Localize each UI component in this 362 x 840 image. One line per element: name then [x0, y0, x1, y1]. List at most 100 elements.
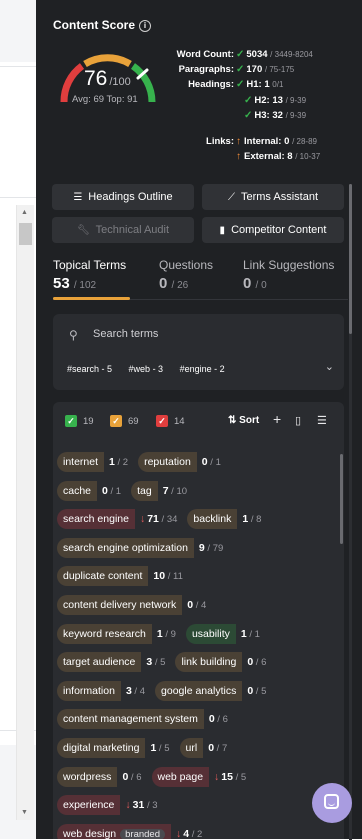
stat-headings: Headings: ✓ H1: 1 0/1: [140, 79, 360, 94]
filter-tag[interactable]: #search - 5: [67, 364, 112, 374]
terms-list-panel: ✓ 19 ✓ 69 ✓ 14 ⇅ Sort + ▯ ☰ internet 1 / …: [53, 402, 344, 839]
panel-title: Content Score i: [53, 18, 152, 32]
stat-sublabel: External:: [244, 151, 285, 163]
term-have-count: 31: [132, 799, 145, 812]
term-chip[interactable]: usability 1 / 1: [185, 623, 266, 645]
term-chip[interactable]: wordpress 0 / 6: [57, 766, 148, 788]
terms-scrollbar-thumb[interactable]: [340, 454, 343, 544]
term-count-separator: /: [158, 514, 167, 526]
panel-scrollbar-thumb[interactable]: [349, 184, 352, 334]
stat-label: Paragraphs:: [178, 64, 234, 76]
term-name: target audience: [57, 652, 142, 673]
add-term-icon[interactable]: +: [273, 411, 281, 427]
check-icon: ✓: [244, 109, 253, 121]
term-have-count: 10: [153, 570, 166, 583]
term-count-separator: /: [165, 571, 174, 583]
panel-scrollbar[interactable]: [349, 184, 352, 840]
tab-label: Topical Terms: [53, 258, 127, 272]
tab-count-total: / 26: [171, 280, 189, 291]
technical-audit-button[interactable]: 🔧︎ Technical Audit: [52, 217, 194, 243]
settings-sliders-icon[interactable]: ☰: [317, 414, 327, 427]
term-chip[interactable]: content management system 0 / 6: [57, 709, 234, 730]
stat-sublabel: Internal:: [244, 135, 282, 147]
filter-tag[interactable]: #engine - 2: [180, 364, 225, 374]
button-label: Terms Assistant: [240, 191, 319, 203]
branded-badge: branded: [120, 828, 165, 839]
scroll-up-arrow-icon[interactable]: ▲: [21, 209, 28, 216]
chat-button[interactable]: [312, 783, 352, 823]
term-count: 1 / 1: [236, 624, 266, 645]
stat-range: / 10-37: [295, 152, 321, 162]
term-row: cache 0 / 1 tag 7 / 10: [57, 480, 332, 510]
term-name: web page: [151, 766, 210, 787]
stat-label: Headings:: [188, 79, 234, 91]
term-chip[interactable]: url 0 / 7: [179, 737, 234, 758]
stat-value: ✓ H3: 32 / 9-39: [244, 110, 306, 121]
term-row: search engine ↓ 71 / 34 backlink 1 / 8: [57, 509, 332, 538]
term-chip[interactable]: experience ↓ 31 / 3: [57, 795, 164, 816]
term-chip[interactable]: search engine optimization 9 / 79: [57, 537, 229, 558]
stat-value: ✓ 5034 / 3449-8204: [236, 49, 313, 60]
term-chip[interactable]: information 3 / 4: [57, 680, 151, 701]
filter-orange-checkbox[interactable]: ✓: [110, 415, 122, 427]
tab-topical-terms[interactable]: Topical Terms 53 / 102: [53, 258, 126, 292]
term-chip[interactable]: reputation 0 / 1: [138, 452, 227, 472]
term-chip[interactable]: backlink 1 / 8: [187, 509, 267, 530]
stat-links: Links: ↑ Internal: 0 / 28-89: [140, 136, 360, 151]
term-chip[interactable]: search engine ↓ 71 / 34: [57, 509, 183, 530]
term-chip[interactable]: tag 7 / 10: [131, 480, 193, 501]
term-name: keyword research: [57, 623, 152, 644]
term-chip[interactable]: web page ↓ 15 / 5: [151, 766, 253, 787]
info-icon[interactable]: i: [139, 20, 152, 32]
term-chip[interactable]: google analytics 0 / 5: [155, 680, 272, 702]
term-count: 0 / 5: [242, 681, 272, 702]
avg-top-score: Avg: 69 Top: 91: [72, 94, 138, 105]
chevron-down-icon[interactable]: ⌄: [325, 360, 334, 373]
term-name-text: backlink: [193, 513, 232, 526]
term-target-count: 5: [160, 657, 166, 669]
term-chip[interactable]: web design branded ↓ 4 / 2: [57, 823, 208, 839]
term-chip[interactable]: link building 0 / 6: [175, 652, 272, 673]
headings-outline-button[interactable]: ☰ Headings Outline: [52, 184, 194, 210]
term-count-separator: /: [114, 457, 123, 468]
term-count: ↓ 4 / 2: [171, 824, 208, 839]
term-count: 0 / 6: [117, 767, 147, 788]
terms-assistant-button[interactable]: ⟋ Terms Assistant: [202, 184, 344, 210]
scroll-down-arrow-icon[interactable]: ▼: [21, 809, 28, 816]
document-scrollbar[interactable]: ▲ ▼: [16, 205, 34, 820]
arrow-down-icon: ↓: [139, 513, 146, 526]
sort-button[interactable]: ⇅ Sort: [228, 415, 259, 426]
document-area: ▲ ▼: [0, 0, 36, 839]
search-terms-input[interactable]: [91, 327, 295, 341]
term-chip[interactable]: digital marketing 1 / 5: [57, 737, 176, 758]
tab-questions[interactable]: Questions 0 / 26: [159, 258, 213, 292]
stat-label: Word Count:: [176, 49, 234, 60]
search-box: ⚲ #search - 5 #web - 3 #engine - 2 ⌄: [53, 314, 344, 390]
term-target-count: 10: [176, 485, 188, 497]
tab-link-suggestions[interactable]: Link Suggestions 0 / 0: [243, 258, 334, 292]
stat-number: 1: [264, 79, 270, 91]
term-chip[interactable]: keyword research 1 / 9: [57, 623, 182, 644]
filter-tag[interactable]: #web - 3: [129, 364, 164, 374]
term-count: 0 / 6: [204, 709, 234, 730]
filter-red-checkbox[interactable]: ✓: [156, 415, 168, 427]
term-count: 1 / 2: [104, 452, 134, 473]
stat-paragraphs: Paragraphs: ✓ 170 / 75-175: [140, 64, 360, 79]
term-chip[interactable]: duplicate content 10 / 11: [57, 566, 189, 587]
term-row: wordpress 0 / 6 web page ↓ 15 / 5: [57, 766, 332, 796]
term-chip[interactable]: cache 0 / 1: [57, 480, 127, 501]
wrench-icon: 🔧︎: [76, 225, 90, 236]
export-file-icon[interactable]: ▯: [295, 414, 301, 427]
term-target-count: 6: [261, 657, 267, 669]
term-chip[interactable]: internet 1 / 2: [57, 452, 134, 472]
term-count-separator: /: [162, 628, 171, 640]
document-scrollbar-thumb[interactable]: [19, 223, 32, 245]
filter-green-checkbox[interactable]: ✓: [65, 415, 77, 427]
term-chip[interactable]: content delivery network 0 / 4: [57, 594, 212, 615]
term-target-count: 5: [164, 742, 170, 754]
term-name: reputation: [138, 452, 197, 472]
tab-label: Questions: [159, 258, 214, 272]
term-chip[interactable]: target audience 3 / 5: [57, 652, 171, 673]
competitor-content-button[interactable]: ▮ Competitor Content: [202, 217, 344, 243]
term-name: url: [179, 737, 204, 758]
